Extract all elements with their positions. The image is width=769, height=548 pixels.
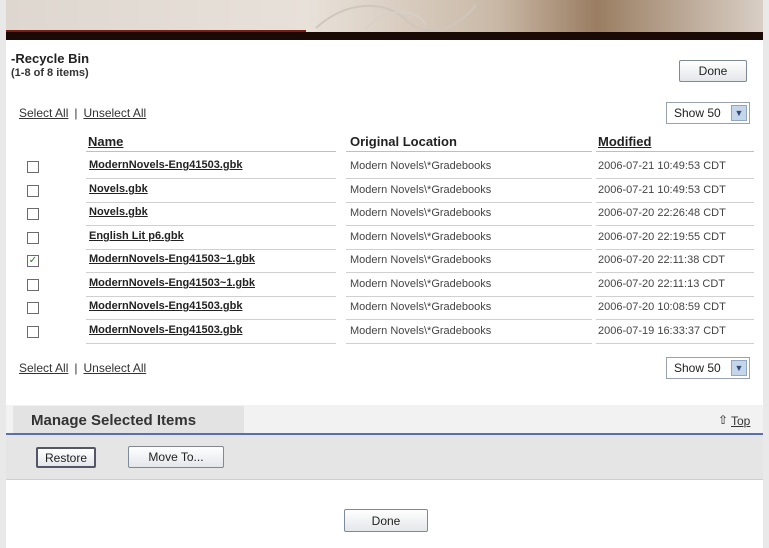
file-name-link[interactable]: ModernNovels-Eng41503.gbk <box>89 159 242 171</box>
banner-dark-band <box>6 32 763 40</box>
file-name-link[interactable]: ModernNovels-Eng41503.gbk <box>89 300 242 312</box>
original-location: Modern Novels\*Gradebooks <box>350 184 492 196</box>
file-name-link[interactable]: Novels.gbk <box>89 206 148 218</box>
row-checkbox[interactable] <box>27 161 39 173</box>
row-checkbox[interactable] <box>27 279 39 291</box>
header-rule <box>596 151 754 152</box>
file-name-link[interactable]: Novels.gbk <box>89 183 148 195</box>
original-location: Modern Novels\*Gradebooks <box>350 207 492 219</box>
arrow-up-icon[interactable]: ⇧ <box>718 413 728 427</box>
done-button-top[interactable]: Done <box>679 60 747 82</box>
file-name-link[interactable]: ModernNovels-Eng41503~1.gbk <box>89 277 255 289</box>
column-header-modified[interactable]: Modified <box>598 134 651 149</box>
modified-date: 2006-07-20 10:08:59 CDT <box>598 301 726 313</box>
row-checkbox[interactable] <box>27 302 39 314</box>
select-all-link[interactable]: Select All <box>19 106 68 120</box>
show-count-value: Show 50 <box>674 361 721 375</box>
column-header-name[interactable]: Name <box>88 134 123 149</box>
page-title: -Recycle Bin <box>11 51 89 66</box>
banner-swirl-ornament <box>315 4 477 32</box>
modified-date: 2006-07-20 22:26:48 CDT <box>598 207 726 219</box>
done-button-bottom[interactable]: Done <box>344 509 428 532</box>
row-checkbox[interactable] <box>27 232 39 244</box>
modified-date: 2006-07-20 22:11:38 CDT <box>598 254 725 266</box>
original-location: Modern Novels\*Gradebooks <box>350 278 492 290</box>
table-row: ModernNovels-Eng41503~1.gbk Modern Novel… <box>0 274 769 298</box>
action-bar <box>6 435 763 479</box>
unselect-all-link[interactable]: Unselect All <box>83 361 146 375</box>
modified-date: 2006-07-21 10:49:53 CDT <box>598 160 726 172</box>
show-count-select-top[interactable]: Show 50 ▼ <box>666 102 750 124</box>
table-row: ModernNovels-Eng41503.gbk Modern Novels\… <box>0 321 769 345</box>
file-name-link[interactable]: English Lit p6.gbk <box>89 230 184 242</box>
row-checkbox-checked[interactable]: ✓ <box>27 255 39 267</box>
file-name-link[interactable]: ModernNovels-Eng41503.gbk <box>89 324 242 336</box>
link-separator: | <box>74 106 78 120</box>
original-location: Modern Novels\*Gradebooks <box>350 301 492 313</box>
file-name-link[interactable]: ModernNovels-Eng41503~1.gbk <box>89 253 255 265</box>
original-location: Modern Novels\*Gradebooks <box>350 325 492 337</box>
table-row: Novels.gbk Modern Novels\*Gradebooks 200… <box>0 203 769 227</box>
page-title-text: Recycle Bin <box>15 51 90 66</box>
modified-date: 2006-07-19 16:33:37 CDT <box>598 325 726 337</box>
select-all-link[interactable]: Select All <box>19 361 68 375</box>
selection-links-bottom: Select All | Unselect All <box>19 361 146 375</box>
link-separator: | <box>74 361 78 375</box>
unselect-all-link[interactable]: Unselect All <box>83 106 146 120</box>
original-location: Modern Novels\*Gradebooks <box>350 231 492 243</box>
header-rule <box>346 151 592 152</box>
column-header-location: Original Location <box>350 134 457 149</box>
top-link[interactable]: Top <box>731 414 750 428</box>
chevron-down-icon[interactable]: ▼ <box>731 105 747 121</box>
table-row: Novels.gbk Modern Novels\*Gradebooks 200… <box>0 180 769 204</box>
table-row: English Lit p6.gbk Modern Novels\*Gradeb… <box>0 227 769 251</box>
row-checkbox[interactable] <box>27 208 39 220</box>
item-count: (1-8 of 8 items) <box>11 67 89 79</box>
header-rule <box>86 151 336 152</box>
original-location: Modern Novels\*Gradebooks <box>350 160 492 172</box>
header-banner <box>6 0 763 40</box>
chevron-down-icon[interactable]: ▼ <box>731 360 747 376</box>
table-row: ModernNovels-Eng41503.gbk Modern Novels\… <box>0 156 769 180</box>
restore-button[interactable]: Restore <box>36 447 96 468</box>
modified-date: 2006-07-21 10:49:53 CDT <box>598 184 726 196</box>
original-location: Modern Novels\*Gradebooks <box>350 254 492 266</box>
action-bar-divider <box>6 479 763 480</box>
row-checkbox[interactable] <box>27 326 39 338</box>
selection-links-top: Select All | Unselect All <box>19 106 146 120</box>
manage-section-title: Manage Selected Items <box>31 412 197 429</box>
move-to-button[interactable]: Move To... <box>128 446 224 468</box>
modified-date: 2006-07-20 22:19:55 CDT <box>598 231 726 243</box>
table-row: ✓ ModernNovels-Eng41503~1.gbk Modern Nov… <box>0 250 769 274</box>
modified-date: 2006-07-20 22:11:13 CDT <box>598 278 725 290</box>
table-row: ModernNovels-Eng41503.gbk Modern Novels\… <box>0 297 769 321</box>
show-count-value: Show 50 <box>674 106 721 120</box>
row-checkbox[interactable] <box>27 185 39 197</box>
show-count-select-bottom[interactable]: Show 50 ▼ <box>666 357 750 379</box>
